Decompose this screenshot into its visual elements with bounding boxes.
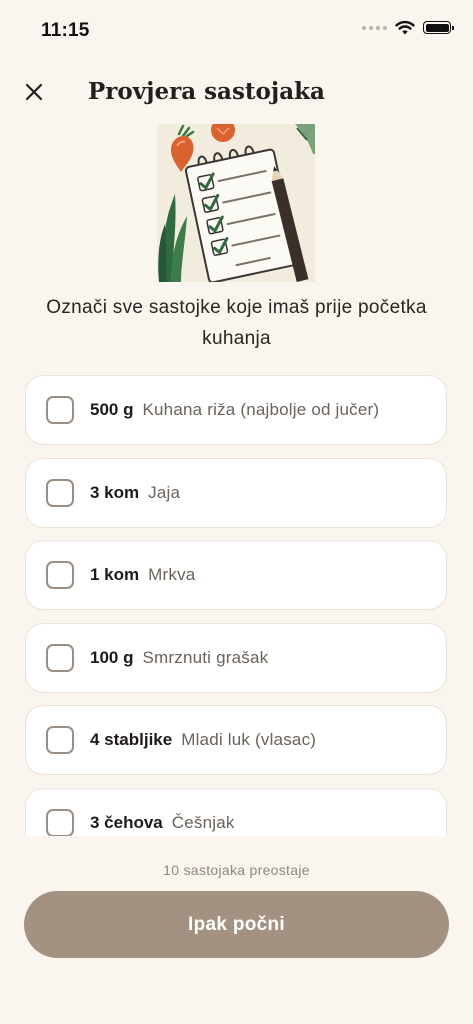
ingredient-checkbox[interactable] [46, 726, 74, 754]
wifi-icon [395, 20, 415, 35]
close-button[interactable] [20, 78, 48, 106]
ingredient-item[interactable]: 3 kom Jaja [25, 458, 447, 528]
ingredient-checkbox[interactable] [46, 396, 74, 424]
ingredient-item[interactable]: 500 g Kuhana riža (najbolje od jučer) [25, 375, 447, 445]
ingredient-item[interactable]: 1 kom Mrkva [25, 540, 447, 610]
ingredient-name: Češnjak [171, 813, 235, 832]
start-button-label: Ipak počni [188, 913, 285, 935]
status-bar: 11:15 [0, 0, 473, 56]
header: Provjera sastojaka [0, 70, 473, 116]
ingredient-quantity: 4 stabljike [90, 730, 173, 749]
ingredient-list[interactable]: 500 g Kuhana riža (najbolje od jučer) 3 … [0, 374, 473, 836]
ingredient-checkbox[interactable] [46, 809, 74, 836]
ingredient-name: Mladi luk (vlasac) [181, 730, 317, 749]
close-icon [25, 83, 43, 101]
ingredient-item[interactable]: 100 g Smrznuti grašak [25, 623, 447, 693]
remaining-count: 10 sastojaka preostaje [163, 862, 310, 878]
page-title: Provjera sastojaka [88, 78, 325, 105]
ingredient-item[interactable]: 3 čehova Češnjak [25, 788, 447, 836]
ingredient-quantity: 3 kom [90, 483, 140, 502]
status-icons [362, 20, 454, 35]
ingredient-quantity: 3 čehova [90, 813, 163, 832]
ingredient-checkbox[interactable] [46, 644, 74, 672]
ingredient-item[interactable]: 4 stabljike Mladi luk (vlasac) [25, 705, 447, 775]
ingredient-checkbox[interactable] [46, 479, 74, 507]
battery-icon [423, 21, 454, 34]
ingredient-quantity: 1 kom [90, 565, 140, 584]
ingredient-name: Jaja [148, 483, 181, 502]
ingredient-quantity: 500 g [90, 400, 134, 419]
cellular-signal-icon [362, 25, 387, 30]
ingredient-name: Mrkva [148, 565, 196, 584]
ingredient-name: Kuhana riža (najbolje od jučer) [142, 400, 380, 419]
status-time: 11:15 [41, 20, 90, 41]
checklist-illustration [157, 124, 315, 282]
start-anyway-button[interactable]: Ipak počni [24, 891, 449, 958]
instruction-text: Označi sve sastojke koje imaš prije poče… [46, 297, 427, 349]
ingredient-quantity: 100 g [90, 648, 134, 667]
ingredient-name: Smrznuti grašak [142, 648, 269, 667]
ingredient-checkbox[interactable] [46, 561, 74, 589]
